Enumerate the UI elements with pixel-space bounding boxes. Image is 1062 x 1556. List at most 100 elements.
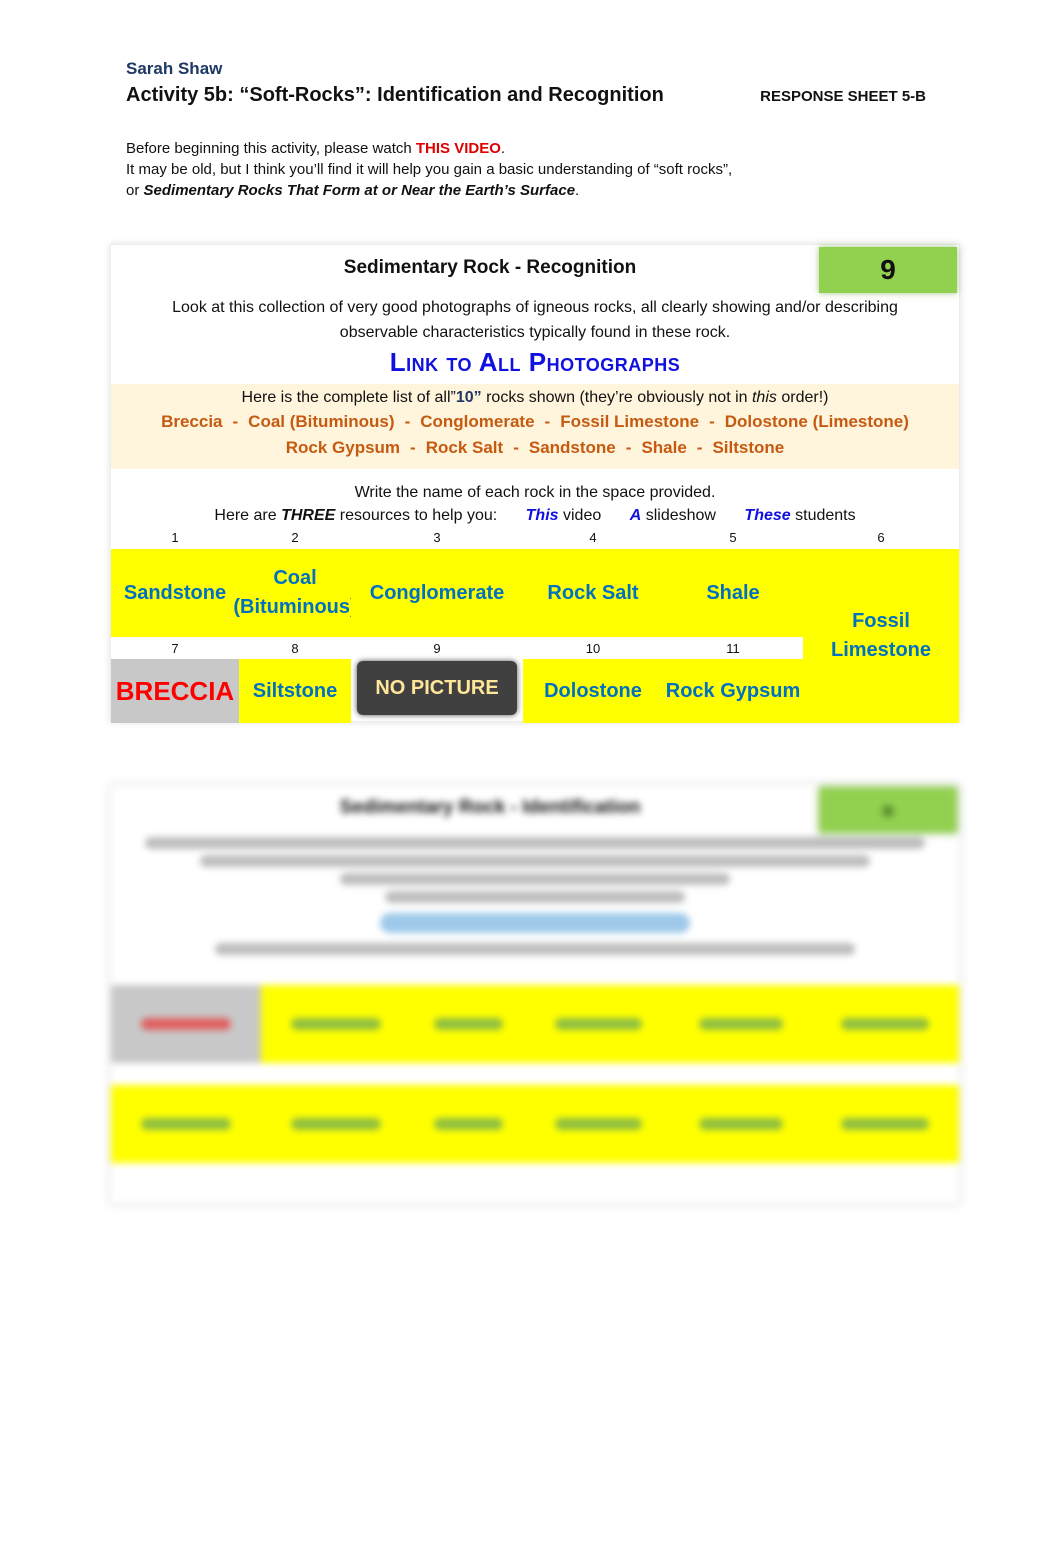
blurred-answer-cell xyxy=(261,1085,411,1163)
identification-card: Sedimentary Rock - Identification ● xyxy=(110,784,960,1204)
rock-list-row-1: Breccia - Coal (Bituminous) - Conglomerate - F… xyxy=(111,409,959,435)
identification-title: Sedimentary Rock - Identification xyxy=(339,797,641,818)
answer-cell[interactable]: Rock Gypsum xyxy=(663,659,803,723)
answer-number: 1 xyxy=(171,530,179,545)
list-separator: - xyxy=(404,412,411,431)
write-instruction: Write the name of each rock in the space… xyxy=(354,484,716,501)
blurred-answer-cell xyxy=(111,985,261,1063)
rock-list-item: Breccia xyxy=(161,412,223,431)
list-separator: - xyxy=(513,438,519,457)
answer-grid: 1 Sandstone 2 Coal (Bituminous) 3 Conglomerat… xyxy=(111,529,959,729)
answer-cell[interactable]: Siltstone xyxy=(239,659,351,723)
list-separator: - xyxy=(625,438,632,457)
activity-title: Activity 5b: “Soft-Rocks”: Identificatio… xyxy=(126,84,664,106)
answer-number: 5 xyxy=(729,530,737,545)
blurred-answer-cell xyxy=(671,985,811,1063)
resources-prefix: Here are xyxy=(214,507,282,524)
resource-link-slideshow[interactable]: A xyxy=(630,507,642,524)
answer-cell[interactable]: NO PICTURE xyxy=(357,661,517,715)
blurred-text xyxy=(291,1018,381,1030)
answer-cell[interactable]: Fossil Limestone xyxy=(803,549,959,723)
document-header: Sarah Shaw Activity 5b: “Soft-Rocks”: Id… xyxy=(126,58,946,107)
answer-number: 2 xyxy=(291,530,299,545)
blurred-answer-cell xyxy=(411,985,526,1063)
intro-period: . xyxy=(500,140,506,157)
photos-link[interactable]: Link to All Photographs xyxy=(111,347,959,378)
blurred-text xyxy=(840,1118,930,1130)
rock-list-item: Siltstone xyxy=(712,438,785,457)
rock-list-item: Rock Salt xyxy=(425,438,504,457)
rock-list-item: Sandstone xyxy=(528,438,616,457)
answer-number: 11 xyxy=(726,641,740,656)
answer-cell[interactable]: Coal (Bituminous) xyxy=(233,549,357,637)
blurred-answer-grid xyxy=(111,965,959,1175)
intro-line-3: or Sedimentary Rocks That Form at or Nea… xyxy=(126,180,732,201)
answer-number: 9 xyxy=(433,641,441,656)
list-separator: - xyxy=(696,438,703,457)
intro-line-1: Before beginning this activity, please w… xyxy=(126,138,732,159)
blurred-text xyxy=(840,1018,930,1030)
list-separator: - xyxy=(410,438,416,457)
rock-list-item: Dolostone (Limestone) xyxy=(724,412,909,431)
intro-line-2: It may be old, but I think you’ll find i… xyxy=(126,161,733,178)
intro-emphasis: Sedimentary Rocks That Form at or Near t… xyxy=(143,182,576,199)
blurred-text xyxy=(434,1018,503,1030)
rock-list-row-2: Rock Gypsum - Rock Salt - Sandstone - Shale - Si… xyxy=(111,435,959,461)
blurred-text xyxy=(141,1118,231,1130)
answer-number: 6 xyxy=(877,530,885,545)
list-separator: - xyxy=(709,412,715,431)
blurred-text-line xyxy=(145,837,925,849)
answer-cell[interactable]: Conglomerate xyxy=(351,549,523,637)
list-intro-suffix: order!) xyxy=(776,389,829,406)
intro-end: . xyxy=(575,182,580,199)
blurred-text-line xyxy=(215,943,855,955)
answer-cell[interactable]: Dolostone xyxy=(523,659,663,723)
rock-list-box: Here is the complete list of all”10” roc… xyxy=(111,384,959,469)
list-count: 10” xyxy=(455,389,482,406)
response-sheet-label: RESPONSE SHEET 5-B xyxy=(760,88,926,105)
blurred-answer-cell xyxy=(111,1085,261,1163)
answer-number: 8 xyxy=(291,641,299,656)
recognition-description: Look at this collection of very good pho… xyxy=(172,299,898,341)
blurred-answer-cell xyxy=(526,1085,671,1163)
blurred-text xyxy=(291,1118,381,1130)
resource-link-students[interactable]: These xyxy=(744,507,790,524)
blurred-text xyxy=(555,1118,642,1130)
recognition-card: Sedimentary Rock - Recognition 9 Look at… xyxy=(110,244,960,723)
blurred-text-line xyxy=(340,873,730,885)
blurred-text-line xyxy=(385,891,685,903)
list-intro-mid: rocks shown (they’re obviously not in xyxy=(481,389,752,406)
answer-cell[interactable]: Shale xyxy=(663,549,803,637)
identification-title-row: Sedimentary Rock - Identification ● xyxy=(111,785,959,833)
answer-number: 4 xyxy=(589,530,597,545)
blurred-text xyxy=(699,1018,783,1030)
this-video-link[interactable]: THIS VIDEO xyxy=(416,140,501,157)
blurred-text-line xyxy=(200,855,870,867)
answer-number: 10 xyxy=(585,641,601,656)
resource-text-students: students xyxy=(790,507,856,524)
resource-link-video[interactable]: This xyxy=(526,507,559,524)
blurred-answer-cell xyxy=(671,1085,811,1163)
rock-list-intro: Here is the complete list of all”10” roc… xyxy=(111,387,959,409)
rock-list-item: Fossil Limestone xyxy=(560,412,700,431)
blurred-text xyxy=(699,1118,783,1130)
blurred-photos-link xyxy=(380,913,690,933)
rock-list-item: Rock Gypsum xyxy=(285,438,401,457)
resource-text-video: video xyxy=(558,507,602,524)
answer-cell[interactable]: Rock Salt xyxy=(523,549,663,637)
blurred-answer-cell xyxy=(811,1085,959,1163)
intro-text: Before beginning this activity, please w… xyxy=(126,138,732,201)
blurred-answer-cell xyxy=(811,985,959,1063)
answer-number: 3 xyxy=(433,530,441,545)
blurred-answer-cell xyxy=(526,985,671,1063)
recognition-title: Sedimentary Rock - Recognition xyxy=(343,257,637,278)
resources-line: Here are THREE resources to help you: Th… xyxy=(111,504,959,527)
blurred-answer-cell xyxy=(261,985,411,1063)
list-separator: - xyxy=(232,412,239,431)
answer-cell[interactable]: BRECCIA xyxy=(111,659,239,723)
answer-number: 7 xyxy=(171,641,179,656)
blurred-answer-cell xyxy=(411,1085,526,1163)
author-name: Sarah Shaw xyxy=(126,59,223,78)
answer-cell[interactable]: Sandstone xyxy=(111,549,239,637)
list-intro-emphasis: this xyxy=(751,389,777,406)
